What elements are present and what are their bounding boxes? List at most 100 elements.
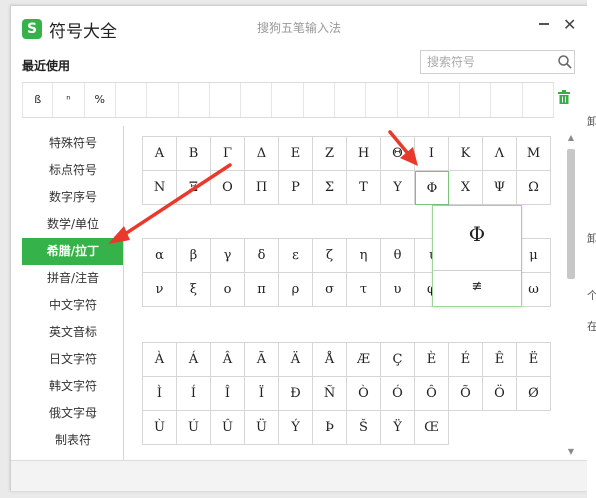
symbol-cell[interactable]: Ý	[279, 411, 313, 445]
symbol-cell[interactable]: Η	[347, 137, 381, 171]
symbol-cell[interactable]: δ	[245, 239, 279, 273]
symbol-cell[interactable]: Ñ	[313, 377, 347, 411]
symbol-cell[interactable]: Ω	[517, 171, 551, 205]
category-item[interactable]: 希腊/拉丁	[22, 238, 124, 265]
symbol-cell[interactable]: Ò	[347, 377, 381, 411]
symbol-cell[interactable]: Ã	[245, 343, 279, 377]
symbol-cell[interactable]: Þ	[313, 411, 347, 445]
symbol-cell[interactable]: Ο	[211, 171, 245, 205]
category-item[interactable]: 制表符	[22, 427, 124, 454]
symbol-cell[interactable]: Σ	[313, 171, 347, 205]
symbol-cell[interactable]: Δ	[245, 137, 279, 171]
symbol-cell[interactable]: Π	[245, 171, 279, 205]
symbol-cell[interactable]: À	[143, 343, 177, 377]
symbol-cell[interactable]: Î	[211, 377, 245, 411]
symbol-cell[interactable]: η	[347, 239, 381, 273]
symbol-cell[interactable]: Τ	[347, 171, 381, 205]
search-box[interactable]	[420, 50, 575, 74]
search-icon[interactable]	[557, 54, 573, 70]
category-item[interactable]: 数字序号	[22, 184, 124, 211]
symbol-cell[interactable]: Φ	[415, 171, 449, 205]
symbol-cell[interactable]: ξ	[177, 273, 211, 307]
symbol-cell[interactable]: Ψ	[483, 171, 517, 205]
symbol-cell[interactable]: Œ	[415, 411, 449, 445]
symbol-cell[interactable]: Θ	[381, 137, 415, 171]
symbol-cell[interactable]: ε	[279, 239, 313, 273]
symbol-cell[interactable]: α	[143, 239, 177, 273]
symbol-cell[interactable]: Γ	[211, 137, 245, 171]
symbol-cell[interactable]: Β	[177, 137, 211, 171]
symbol-cell[interactable]: Ï	[245, 377, 279, 411]
category-item[interactable]: 数学/单位	[22, 211, 124, 238]
symbol-cell[interactable]: Ç	[381, 343, 415, 377]
category-item[interactable]: 俄文字母	[22, 400, 124, 427]
symbol-cell[interactable]: ρ	[279, 273, 313, 307]
recent-symbol-cell[interactable]: ⁿ	[53, 83, 85, 117]
symbol-cell[interactable]: Â	[211, 343, 245, 377]
symbol-cell[interactable]: υ	[381, 273, 415, 307]
symbol-cell[interactable]: Μ	[517, 137, 551, 171]
symbol-cell[interactable]: Ι	[415, 137, 449, 171]
symbol-cell[interactable]: ο	[211, 273, 245, 307]
symbol-cell[interactable]: Ν	[143, 171, 177, 205]
category-item[interactable]: 拼音/注音	[22, 265, 124, 292]
symbol-cell[interactable]: Ξ	[177, 171, 211, 205]
recent-symbol-cell[interactable]: %	[85, 83, 116, 117]
symbol-cell[interactable]: Ö	[483, 377, 517, 411]
category-item[interactable]: 韩文字符	[22, 373, 124, 400]
symbol-cell[interactable]: β	[177, 239, 211, 273]
symbol-cell[interactable]: γ	[211, 239, 245, 273]
symbol-cell[interactable]: τ	[347, 273, 381, 307]
symbol-cell[interactable]: Ρ	[279, 171, 313, 205]
symbol-cell[interactable]: Ó	[381, 377, 415, 411]
symbol-cell[interactable]: Ζ	[313, 137, 347, 171]
trash-icon[interactable]	[558, 90, 570, 104]
symbol-cell[interactable]: μ	[517, 239, 551, 273]
scroll-down-arrow-icon[interactable]: ▼	[567, 448, 575, 456]
symbol-cell[interactable]: Æ	[347, 343, 381, 377]
symbol-cell[interactable]: Λ	[483, 137, 517, 171]
symbol-cell[interactable]: Û	[211, 411, 245, 445]
scrollbar-thumb[interactable]	[567, 149, 575, 279]
symbol-cell[interactable]: É	[449, 343, 483, 377]
symbol-cell[interactable]: Ù	[143, 411, 177, 445]
symbol-cell[interactable]: Ε	[279, 137, 313, 171]
symbol-cell[interactable]: Ú	[177, 411, 211, 445]
symbol-cell[interactable]: ω	[517, 273, 551, 307]
symbol-cell[interactable]: Χ	[449, 171, 483, 205]
symbol-cell[interactable]: π	[245, 273, 279, 307]
symbol-cell[interactable]: θ	[381, 239, 415, 273]
symbol-cell[interactable]: Ð	[279, 377, 313, 411]
symbol-cell[interactable]: Ì	[143, 377, 177, 411]
category-item[interactable]: 英文音标	[22, 319, 124, 346]
symbol-cell[interactable]: ζ	[313, 239, 347, 273]
symbol-cell[interactable]: Κ	[449, 137, 483, 171]
symbol-cell[interactable]: Ø	[517, 377, 551, 411]
category-item[interactable]: 特殊符号	[22, 130, 124, 157]
symbol-cell[interactable]: Ô	[415, 377, 449, 411]
symbol-cell[interactable]: Ë	[517, 343, 551, 377]
symbol-cell[interactable]: Υ	[381, 171, 415, 205]
category-item[interactable]: 日文字符	[22, 346, 124, 373]
symbol-cell[interactable]: Ê	[483, 343, 517, 377]
scroll-up-arrow-icon[interactable]: ▲	[567, 134, 575, 142]
symbol-cell[interactable]: Ä	[279, 343, 313, 377]
symbol-cell[interactable]: Í	[177, 377, 211, 411]
symbol-cell[interactable]: Ü	[245, 411, 279, 445]
symbol-cell[interactable]: Å	[313, 343, 347, 377]
symbol-cell[interactable]: Ÿ	[381, 411, 415, 445]
search-input[interactable]	[421, 51, 555, 73]
symbol-cell[interactable]: Á	[177, 343, 211, 377]
recent-symbol-cell[interactable]: ß	[22, 83, 54, 117]
symbol-cell[interactable]: Š	[347, 411, 381, 445]
scrollbar[interactable]: ▲ ▼	[567, 134, 575, 456]
close-button[interactable]: ✕	[563, 15, 576, 35]
symbol-cell[interactable]: Õ	[449, 377, 483, 411]
symbol-cell[interactable]: È	[415, 343, 449, 377]
symbol-cell[interactable]: σ	[313, 273, 347, 307]
symbol-cell[interactable]: Α	[143, 137, 177, 171]
category-item[interactable]: 中文字符	[22, 292, 124, 319]
symbol-cell[interactable]: ν	[143, 273, 177, 307]
category-item[interactable]: 标点符号	[22, 157, 124, 184]
minimize-button[interactable]	[539, 23, 549, 25]
